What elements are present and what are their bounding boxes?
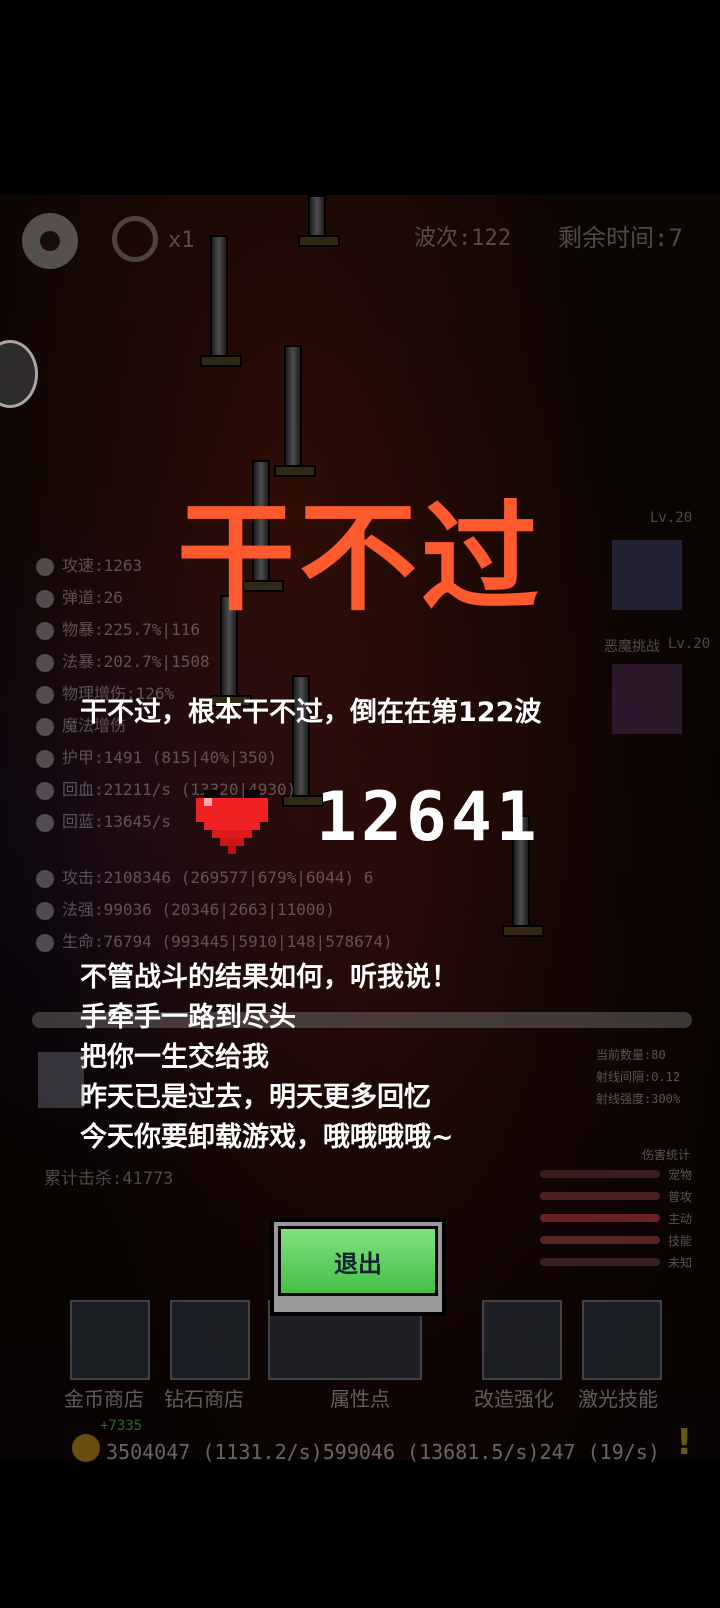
laser-skill-button[interactable] bbox=[582, 1300, 662, 1380]
time-left: 剩余时间:7 bbox=[558, 224, 683, 252]
damage-stats-title: 伤害统计 bbox=[642, 1148, 691, 1162]
exit-button-frame: 退出 bbox=[270, 1218, 446, 1316]
resource-gain: +7335 bbox=[100, 1418, 143, 1434]
stat-attack: 攻击:2108346 (269577|679%|6044) 6 bbox=[36, 864, 373, 888]
diamond-shop-button[interactable] bbox=[170, 1300, 250, 1380]
magic-crit-icon bbox=[36, 653, 54, 672]
result-subtitle: 干不过，根本干不过，倒在在第122波 bbox=[80, 697, 542, 728]
alert-icon[interactable]: ! bbox=[676, 1422, 692, 1463]
magic-power-icon bbox=[36, 901, 54, 920]
pet-level: Lv.20 bbox=[668, 636, 711, 652]
stat-magic-crit: 法暴:202.7%|1508 bbox=[36, 648, 210, 672]
stat-armor: 护甲:1491 (815|40%|350) bbox=[36, 744, 277, 768]
laser-skill-label: 激光技能 bbox=[578, 1387, 658, 1411]
mp-regen-icon bbox=[36, 813, 54, 832]
hp-regen-icon bbox=[36, 781, 54, 800]
coin-shop-label: 金币商店 bbox=[64, 1387, 144, 1411]
laser-strength: 射线强度:300% bbox=[596, 1092, 681, 1106]
heart-icon bbox=[196, 790, 268, 854]
lyric-line: 昨天已是过去，明天更多回忆 bbox=[80, 1082, 431, 1113]
coin-shop-button[interactable] bbox=[70, 1300, 150, 1380]
wave-counter: 波次:122 bbox=[414, 226, 511, 251]
diamond-shop-label: 钻石商店 bbox=[164, 1387, 244, 1411]
top-black-bar bbox=[0, 0, 720, 195]
attribute-points-label: 属性点 bbox=[330, 1387, 390, 1411]
damage-bar bbox=[540, 1170, 660, 1178]
health-icon bbox=[36, 933, 54, 952]
damage-label: 主动 bbox=[668, 1212, 693, 1226]
laser-count: 当前数量:80 bbox=[596, 1048, 666, 1062]
exit-button[interactable]: 退出 bbox=[278, 1226, 438, 1296]
result-title: 干不过 bbox=[176, 489, 543, 627]
stat-health: 生命:76794 (993445|5910|148|578674) bbox=[36, 928, 393, 952]
coin-icon bbox=[72, 1434, 100, 1462]
lyric-line: 今天你要卸载游戏，哦哦哦哦~ bbox=[80, 1122, 454, 1153]
upgrade-label: 改造强化 bbox=[474, 1387, 554, 1411]
damage-label: 普攻 bbox=[668, 1190, 693, 1204]
damage-bar bbox=[540, 1258, 660, 1266]
player-avatar bbox=[38, 1052, 84, 1108]
damage-bar bbox=[540, 1192, 660, 1200]
stat-mp-regen: 回蓝:13645/s bbox=[36, 808, 171, 832]
pet-portrait[interactable] bbox=[612, 664, 682, 734]
attack-icon bbox=[36, 869, 54, 888]
pet-name: 恶魔挑战 bbox=[604, 639, 660, 655]
stat-magic-power: 法强:99036 (20346|2663|11000) bbox=[36, 896, 335, 920]
damage-bar bbox=[540, 1236, 660, 1244]
physical-damage-icon bbox=[36, 685, 54, 704]
magic-damage-icon bbox=[36, 717, 54, 736]
upgrade-button[interactable] bbox=[482, 1300, 562, 1380]
damage-label: 技能 bbox=[668, 1234, 693, 1248]
total-kills: 累计击杀:41773 bbox=[44, 1169, 174, 1189]
heart-count: 12641 bbox=[316, 778, 541, 857]
lyrics-block: 不管战斗的结果如何，听我说！ 手牵手一路到尽头 把你一生交给我 昨天已是过去，明… bbox=[80, 958, 458, 1158]
speed-label: x1 bbox=[168, 228, 195, 253]
damage-label: 宠物 bbox=[668, 1168, 693, 1182]
lyric-line: 手牵手一路到尽头 bbox=[80, 1002, 296, 1033]
stopwatch-icon[interactable] bbox=[112, 216, 158, 262]
shield-icon bbox=[36, 749, 54, 768]
lyric-line: 不管战斗的结果如何，听我说！ bbox=[80, 962, 458, 993]
bottom-black-bar bbox=[0, 1460, 720, 1608]
damage-label: 未知 bbox=[668, 1256, 693, 1270]
settings-gear-icon[interactable] bbox=[22, 213, 78, 269]
resource-totals: 3504047 (1131.2/s)599046 (13681.5/s)247 … bbox=[106, 1440, 660, 1464]
laser-interval: 射线间隔:0.12 bbox=[596, 1070, 681, 1084]
damage-bar bbox=[540, 1214, 660, 1222]
lyric-line: 把你一生交给我 bbox=[80, 1042, 269, 1073]
